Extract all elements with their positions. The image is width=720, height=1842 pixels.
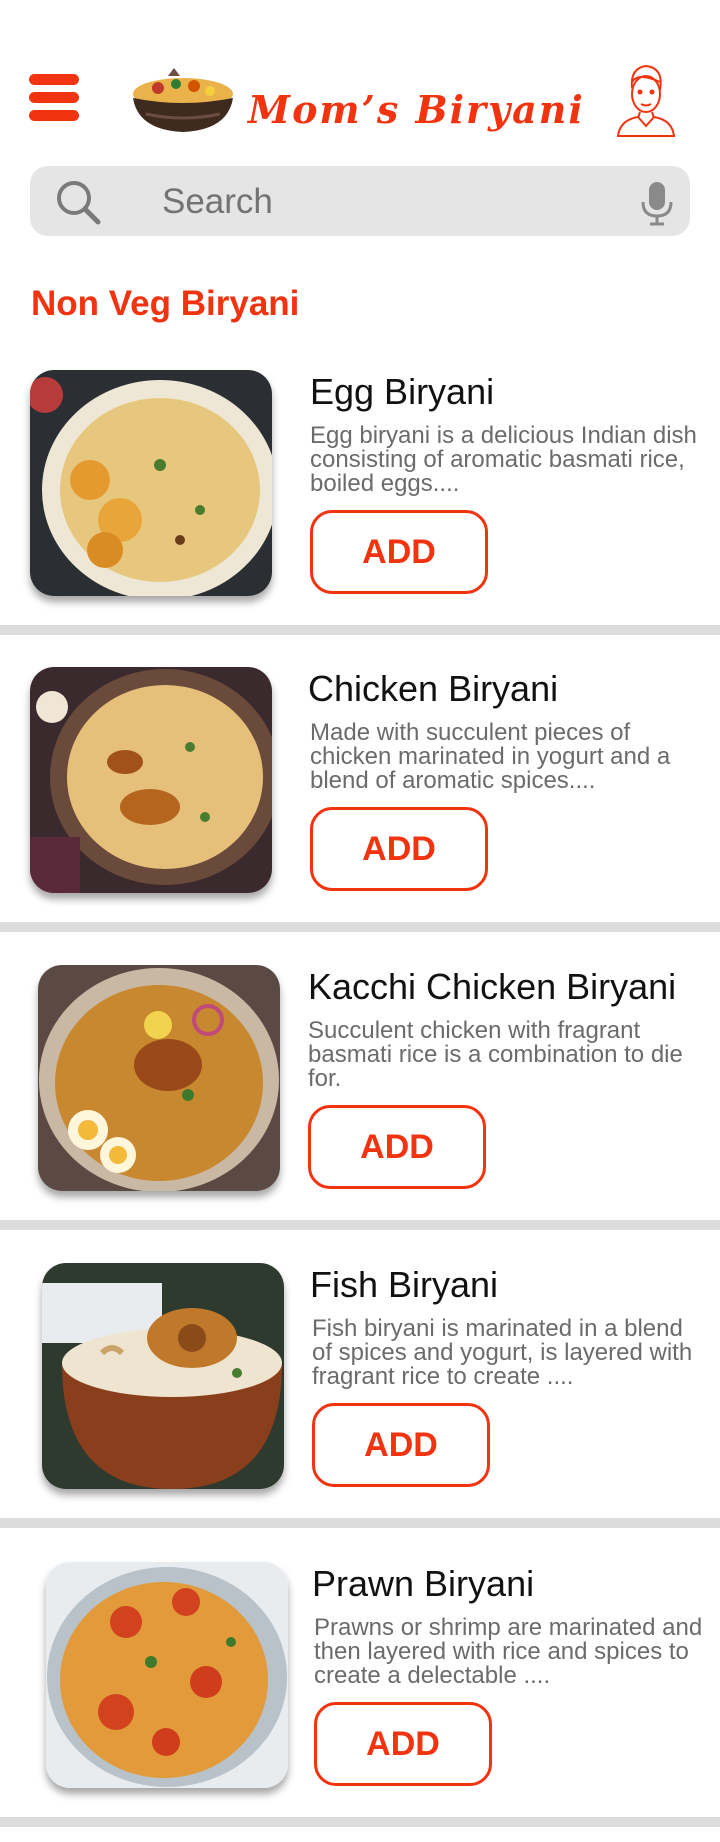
microphone-icon[interactable] [638,180,676,226]
dish-description: Egg biryani is a delicious Indian dish c… [310,422,697,497]
section-title: Non Veg Biryani [31,284,300,323]
card-divider [0,625,720,635]
card-divider [0,922,720,932]
dish-description: Fish biryani is marinated in a blend of … [312,1315,693,1390]
dish-card-chicken-biryani: Chicken Biryani Made with succulent piec… [0,657,720,947]
search-input[interactable] [160,178,624,226]
dish-card-kacchi-chicken-biryani: Kacchi Chicken Biryani Succulent chicken… [0,955,720,1245]
biryani-bowl-logo [133,68,233,132]
dish-description: Prawns or shrimp are marinated and then … [314,1614,703,1689]
dish-image-egg-biryani [30,370,272,596]
card-divider [0,1220,720,1230]
brand-name: Mom’s Biryani [248,87,585,132]
dish-description: Made with succulent pieces of chicken ma… [310,719,671,794]
search-icon [57,181,101,225]
add-button-kacchi-chicken-biryani[interactable]: ADD [308,1105,486,1189]
hamburger-menu-icon[interactable] [29,74,79,122]
add-button-fish-biryani[interactable]: ADD [312,1403,490,1487]
card-divider [0,1518,720,1528]
add-button-prawn-biryani[interactable]: ADD [314,1702,492,1786]
add-button-chicken-biryani[interactable]: ADD [310,807,488,891]
dish-image-fish-biryani [42,1263,284,1489]
dish-name: Prawn Biryani [312,1563,535,1604]
dish-name: Fish Biryani [310,1264,499,1305]
dish-card-prawn-biryani: Prawn Biryani Prawns or shrimp are marin… [0,1552,720,1842]
dish-image-kacchi-chicken-biryani [38,965,280,1191]
dish-description: Succulent chicken with fragrant basmati … [308,1017,683,1092]
dish-card-fish-biryani: Fish Biryani Fish biryani is marinated i… [0,1253,720,1543]
dish-name: Kacchi Chicken Biryani [308,966,677,1007]
card-divider [0,1817,720,1827]
dish-image-prawn-biryani [46,1562,288,1788]
dish-name: Egg Biryani [310,371,495,412]
dish-image-chicken-biryani [30,667,272,893]
app-header: Mom’s Biryani [0,0,720,160]
dish-name: Chicken Biryani [308,668,559,709]
add-button-egg-biryani[interactable]: ADD [310,510,488,594]
user-avatar-icon[interactable] [614,60,678,138]
dish-card-egg-biryani: Egg Biryani Egg biryani is a delicious I… [0,360,720,650]
search-bar[interactable] [30,166,690,236]
